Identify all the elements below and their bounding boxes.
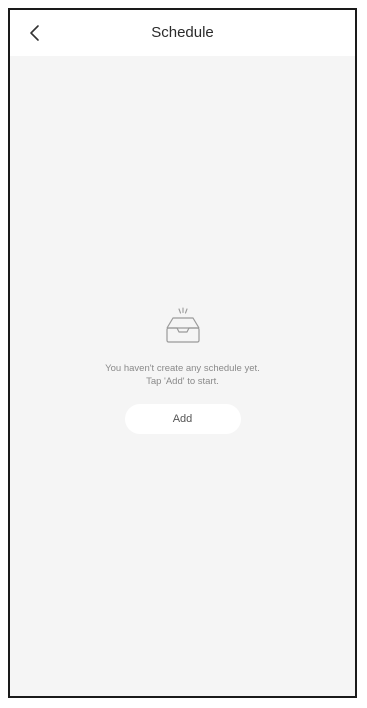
page-title: Schedule <box>151 24 214 41</box>
empty-message-line2: Tap 'Add' to start. <box>146 376 219 387</box>
add-button[interactable]: Add <box>124 404 241 434</box>
empty-tray-icon <box>165 307 200 343</box>
app-screen: Schedule You haven't create any schedule… <box>8 8 357 698</box>
top-bar: Schedule <box>10 10 355 56</box>
empty-message-line1: You haven't create any schedule yet. <box>105 363 260 374</box>
empty-state: You haven't create any schedule yet. Tap… <box>10 306 355 434</box>
empty-message: You haven't create any schedule yet. Tap… <box>105 362 260 388</box>
